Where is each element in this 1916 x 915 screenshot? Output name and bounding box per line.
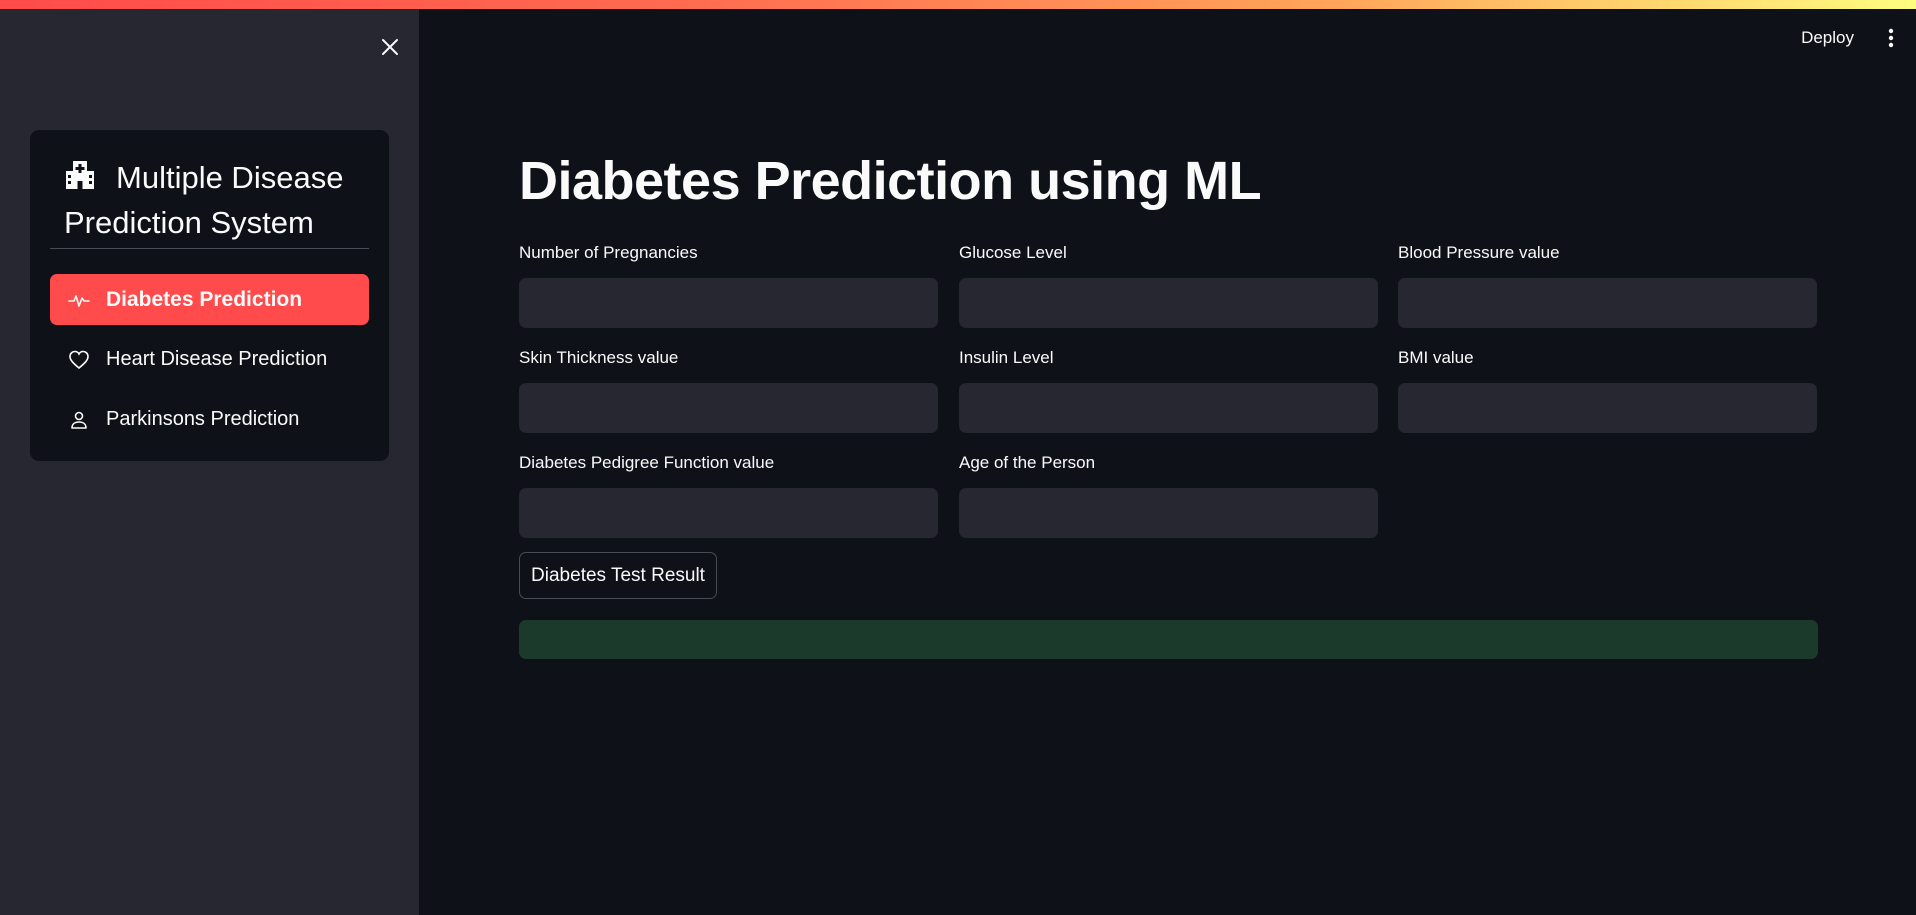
result-success-box (519, 620, 1818, 659)
field-glucose: Glucose Level (959, 242, 1378, 328)
menu-item-label: Parkinsons Prediction (106, 408, 300, 430)
header-actions: Deploy (1801, 22, 1916, 54)
field-blood-pressure: Blood Pressure value (1398, 242, 1817, 328)
option-menu: Multiple Disease Prediction System Diabe… (30, 130, 389, 461)
close-icon (382, 39, 398, 55)
field-age: Age of the Person (959, 452, 1378, 538)
field-pregnancies: Number of Pregnancies (519, 242, 938, 328)
field-bmi: BMI value (1398, 347, 1817, 433)
heart-icon (68, 349, 90, 371)
pedigree-function-input[interactable] (519, 488, 938, 538)
field-skin-thickness: Skin Thickness value (519, 347, 938, 433)
menu-title-text: Multiple Disease Prediction System (64, 160, 344, 240)
sidebar: Multiple Disease Prediction System Diabe… (0, 9, 419, 915)
field-label: Number of Pregnancies (519, 243, 698, 262)
field-label: Skin Thickness value (519, 348, 679, 367)
blood-pressure-input[interactable] (1398, 278, 1817, 328)
activity-icon (68, 289, 90, 311)
diabetes-test-result-button[interactable]: Diabetes Test Result (519, 552, 717, 599)
deploy-button[interactable]: Deploy (1801, 28, 1854, 48)
pregnancies-input[interactable] (519, 278, 938, 328)
close-sidebar-button[interactable] (374, 31, 406, 63)
menu-item-label: Heart Disease Prediction (106, 348, 328, 370)
field-pedigree-function: Diabetes Pedigree Function value (519, 452, 938, 538)
bmi-input[interactable] (1398, 383, 1817, 433)
field-insulin: Insulin Level (959, 347, 1378, 433)
glucose-input[interactable] (959, 278, 1378, 328)
menu-divider (50, 248, 369, 249)
more-vertical-icon (1888, 28, 1894, 48)
main-menu-button[interactable] (1876, 22, 1906, 54)
age-input[interactable] (959, 488, 1378, 538)
field-label: Insulin Level (959, 348, 1054, 367)
field-label: Age of the Person (959, 453, 1096, 472)
page-title: Diabetes Prediction using ML (519, 151, 1262, 211)
top-accent-bar (0, 0, 1916, 9)
field-label: Blood Pressure value (1398, 243, 1560, 262)
hospital-icon (64, 158, 96, 190)
menu-item-heart-disease-prediction[interactable]: Heart Disease Prediction (50, 334, 369, 385)
field-label: Glucose Level (959, 243, 1067, 262)
menu-item-label: Diabetes Prediction (106, 287, 303, 311)
field-label: Diabetes Pedigree Function value (519, 453, 775, 472)
menu-item-diabetes-prediction[interactable]: Diabetes Prediction (50, 274, 369, 325)
skin-thickness-input[interactable] (519, 383, 938, 433)
menu-item-parkinsons-prediction[interactable]: Parkinsons Prediction (50, 394, 369, 445)
menu-title: Multiple Disease Prediction System (64, 155, 364, 245)
person-icon (68, 409, 90, 431)
insulin-input[interactable] (959, 383, 1378, 433)
field-label: BMI value (1398, 348, 1474, 367)
